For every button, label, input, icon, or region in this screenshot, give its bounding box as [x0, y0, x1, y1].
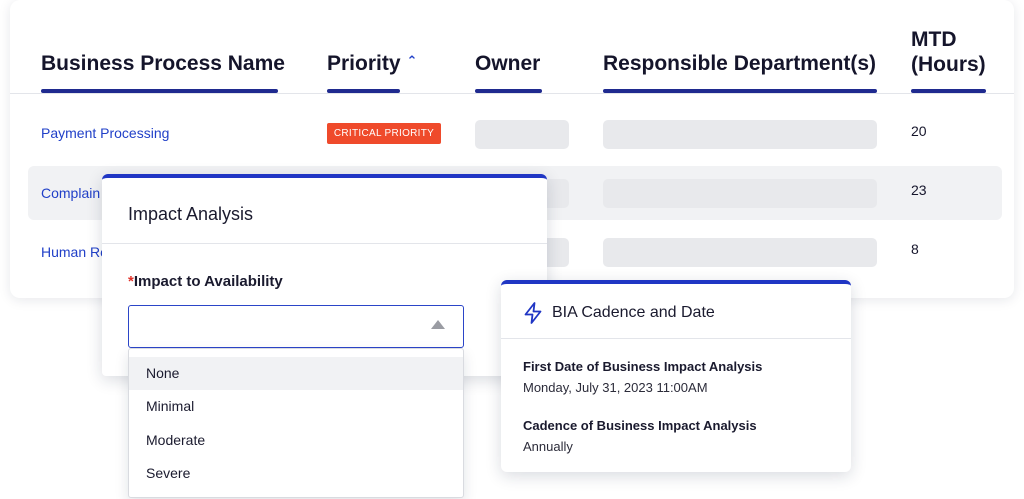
process-link[interactable]: Complain [41, 185, 100, 201]
mtd-value: 20 [911, 123, 927, 139]
option-none[interactable]: None [129, 357, 463, 390]
header-divider [10, 93, 1014, 94]
header-mtd-line1: MTD [911, 28, 957, 51]
bia-title: BIA Cadence and Date [552, 304, 715, 321]
impact-analysis-modal: Impact Analysis *Impact to Availability [102, 174, 547, 376]
impact-options-list: None Minimal Moderate Severe [128, 348, 464, 498]
bia-cadence-card: BIA Cadence and Date First Date of Busin… [501, 280, 851, 472]
stage: Business Process Name Priority ⌃ Owner Re… [0, 0, 1024, 499]
option-severe[interactable]: Severe [129, 457, 463, 490]
header-mtd-line2: (Hours) [911, 53, 986, 76]
first-date-value: Monday, July 31, 2023 11:00AM [523, 380, 708, 395]
header-mtd-hours[interactable]: MTD (Hours) [911, 27, 986, 77]
header-responsible-departments[interactable]: Responsible Department(s) [603, 51, 876, 76]
process-link[interactable]: Human Re [41, 244, 108, 260]
bia-divider [501, 338, 851, 339]
critical-priority-badge: CRITICAL PRIORITY [327, 123, 441, 144]
header-priority-label: Priority [327, 52, 401, 75]
header-business-process-name[interactable]: Business Process Name [41, 51, 285, 76]
header-priority[interactable]: Priority ⌃ [327, 51, 417, 77]
mtd-value: 8 [911, 241, 919, 257]
header-owner[interactable]: Owner [475, 51, 540, 76]
lightning-bolt-icon [524, 302, 542, 324]
mtd-value: 23 [911, 182, 927, 198]
impact-availability-label: *Impact to Availability [128, 273, 283, 290]
caret-up-icon[interactable] [431, 320, 445, 329]
department-placeholder [603, 179, 877, 208]
department-placeholder [603, 120, 877, 149]
impact-availability-label-text: Impact to Availability [133, 273, 283, 290]
option-moderate[interactable]: Moderate [129, 424, 463, 457]
cadence-label: Cadence of Business Impact Analysis [523, 418, 757, 433]
modal-divider [102, 243, 547, 244]
process-link[interactable]: Payment Processing [41, 125, 169, 141]
cadence-value: Annually [523, 439, 573, 454]
department-placeholder [603, 238, 877, 267]
modal-title: Impact Analysis [128, 204, 254, 224]
chevron-up-icon[interactable]: ⌃ [407, 48, 418, 73]
owner-placeholder [475, 120, 569, 149]
impact-availability-select[interactable] [128, 305, 464, 348]
first-date-label: First Date of Business Impact Analysis [523, 359, 763, 374]
option-minimal[interactable]: Minimal [129, 390, 463, 423]
